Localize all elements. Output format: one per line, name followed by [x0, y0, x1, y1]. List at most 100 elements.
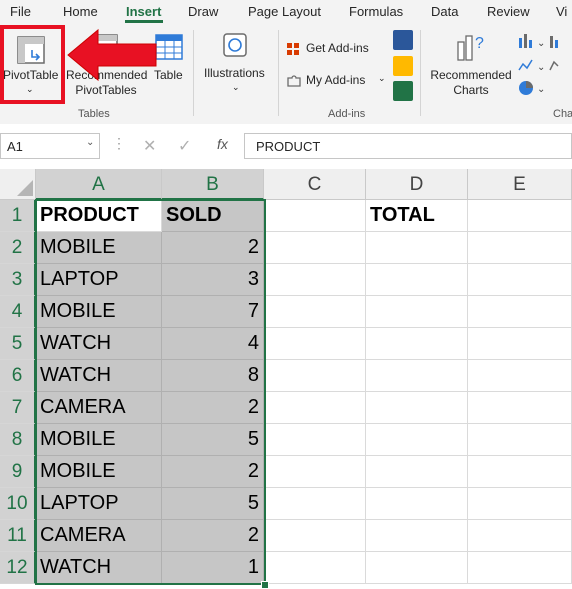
name-box[interactable]: A1 ⌄ [0, 133, 100, 159]
cell-b[interactable]: 2 [162, 392, 264, 424]
visio-icon[interactable] [393, 30, 413, 50]
cell-b[interactable]: 2 [162, 456, 264, 488]
row-header[interactable]: 4 [0, 296, 36, 328]
cancel-icon[interactable]: ✕ [143, 136, 156, 156]
people-graph-icon[interactable] [393, 81, 413, 101]
illustrations-button[interactable]: Illustrations ⌄ [198, 24, 274, 124]
cell-e[interactable] [468, 520, 572, 552]
cell-a[interactable]: WATCH [36, 552, 162, 584]
cell-e[interactable] [468, 200, 572, 232]
column-header-b[interactable]: B [162, 169, 264, 200]
cell-c[interactable] [264, 552, 366, 584]
tab-formulas[interactable]: Formulas [349, 4, 403, 19]
chevron-down-icon[interactable]: ⌄ [86, 137, 94, 148]
cell-e[interactable] [468, 488, 572, 520]
insert-function-icon[interactable]: fx [217, 136, 228, 152]
row-header[interactable]: 12 [0, 552, 36, 584]
cell-e[interactable] [468, 296, 572, 328]
cell-b[interactable]: 8 [162, 360, 264, 392]
formula-input[interactable]: PRODUCT [244, 133, 572, 159]
cell-c[interactable] [264, 424, 366, 456]
cell-c[interactable] [264, 488, 366, 520]
row-header[interactable]: 10 [0, 488, 36, 520]
column-header-e[interactable]: E [468, 169, 572, 200]
tab-draw[interactable]: Draw [188, 4, 218, 19]
my-addins-button[interactable]: My Add-ins ⌄ [284, 70, 394, 92]
cell-e[interactable] [468, 552, 572, 584]
cell-e[interactable] [468, 360, 572, 392]
tab-data[interactable]: Data [431, 4, 458, 19]
cell-e[interactable] [468, 424, 572, 456]
cell-c[interactable] [264, 456, 366, 488]
column-header-a[interactable]: A [36, 169, 162, 200]
cell-b[interactable]: 1 [162, 552, 264, 584]
enter-icon[interactable]: ✓ [178, 136, 191, 156]
cell-b[interactable]: SOLD [162, 200, 264, 232]
cell-d[interactable] [366, 488, 468, 520]
cell-c[interactable] [264, 200, 366, 232]
cell-d[interactable] [366, 392, 468, 424]
cell-d[interactable] [366, 232, 468, 264]
row-header[interactable]: 5 [0, 328, 36, 360]
cell-c[interactable] [264, 360, 366, 392]
cell-e[interactable] [468, 392, 572, 424]
row-header[interactable]: 3 [0, 264, 36, 296]
cell-d[interactable] [366, 456, 468, 488]
cell-e[interactable] [468, 328, 572, 360]
cell-d[interactable]: TOTAL [366, 200, 468, 232]
cell-e[interactable] [468, 264, 572, 296]
column-header-c[interactable]: C [264, 169, 366, 200]
cell-d[interactable] [366, 520, 468, 552]
cell-a[interactable]: CAMERA [36, 392, 162, 424]
cell-d[interactable] [366, 360, 468, 392]
row-header[interactable]: 6 [0, 360, 36, 392]
tab-file[interactable]: File [10, 4, 31, 19]
cell-d[interactable] [366, 552, 468, 584]
cell-c[interactable] [264, 232, 366, 264]
cell-a[interactable]: LAPTOP [36, 264, 162, 296]
cell-e[interactable] [468, 232, 572, 264]
bing-icon[interactable] [393, 56, 413, 76]
cell-b[interactable]: 5 [162, 424, 264, 456]
cell-a[interactable]: WATCH [36, 328, 162, 360]
cell-b[interactable]: 2 [162, 232, 264, 264]
cell-d[interactable] [366, 296, 468, 328]
get-addins-button[interactable]: Get Add-ins [284, 38, 384, 60]
cell-a[interactable]: MOBILE [36, 296, 162, 328]
row-header[interactable]: 1 [0, 200, 36, 232]
chart-type-icons[interactable]: ⌄ ⌄ ⌄ [518, 32, 572, 102]
cell-d[interactable] [366, 264, 468, 296]
cell-d[interactable] [366, 328, 468, 360]
tab-view[interactable]: Vi [556, 4, 567, 19]
cell-b[interactable]: 7 [162, 296, 264, 328]
row-header[interactable]: 11 [0, 520, 36, 552]
cell-a[interactable]: CAMERA [36, 520, 162, 552]
cell-a[interactable]: LAPTOP [36, 488, 162, 520]
row-header[interactable]: 2 [0, 232, 36, 264]
tab-review[interactable]: Review [487, 4, 530, 19]
select-all-corner[interactable] [0, 169, 36, 200]
cell-c[interactable] [264, 264, 366, 296]
cell-b[interactable]: 4 [162, 328, 264, 360]
recommended-charts-button[interactable]: ? Recommended Charts [426, 24, 516, 124]
cell-c[interactable] [264, 392, 366, 424]
tab-page-layout[interactable]: Page Layout [248, 4, 321, 19]
row-header[interactable]: 8 [0, 424, 36, 456]
cell-b[interactable]: 5 [162, 488, 264, 520]
cell-d[interactable] [366, 424, 468, 456]
cell-b[interactable]: 2 [162, 520, 264, 552]
cell-a[interactable]: MOBILE [36, 456, 162, 488]
cell-a[interactable]: WATCH [36, 360, 162, 392]
cell-a[interactable]: MOBILE [36, 424, 162, 456]
cell-b[interactable]: 3 [162, 264, 264, 296]
cell-c[interactable] [264, 520, 366, 552]
fill-handle[interactable] [261, 581, 269, 589]
cell-a[interactable]: MOBILE [36, 232, 162, 264]
cell-a[interactable]: PRODUCT [36, 200, 162, 232]
row-header[interactable]: 9 [0, 456, 36, 488]
cell-c[interactable] [264, 328, 366, 360]
cell-c[interactable] [264, 296, 366, 328]
tab-insert[interactable]: Insert [126, 4, 161, 19]
tab-home[interactable]: Home [63, 4, 98, 19]
column-header-d[interactable]: D [366, 169, 468, 200]
